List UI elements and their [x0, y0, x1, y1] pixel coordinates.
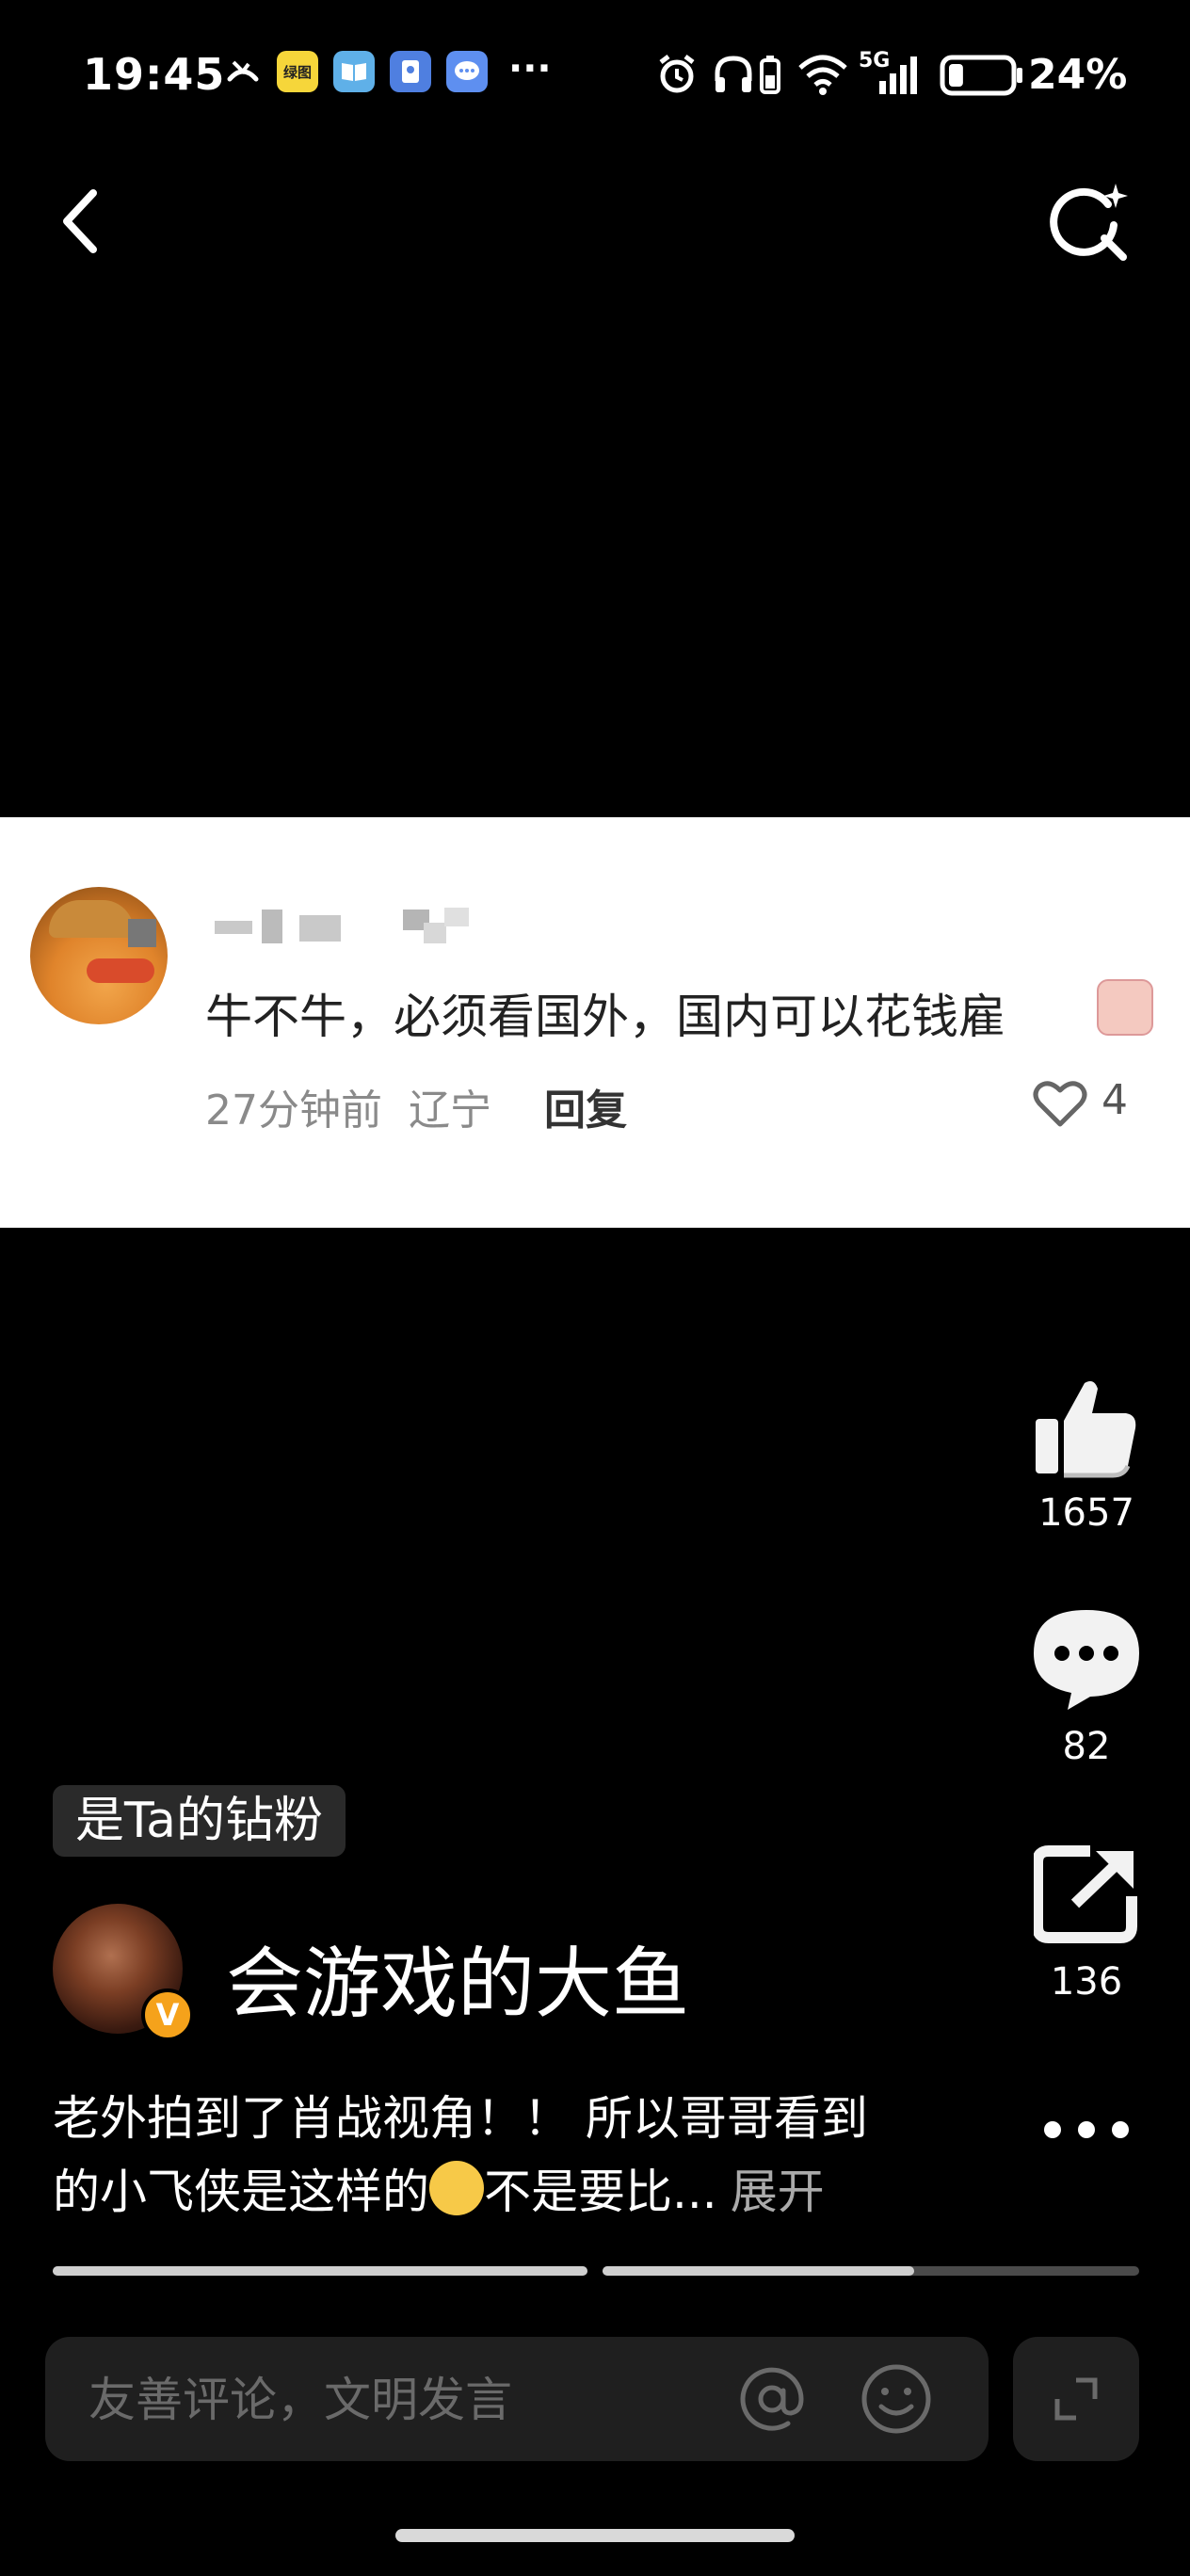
verified-badge-icon: V	[141, 1988, 194, 2041]
green-app-icon: 绿图	[277, 51, 318, 92]
comment-location: 辽宁	[409, 1087, 491, 1135]
mention-button[interactable]	[732, 2359, 812, 2439]
earbud-battery-icon	[759, 55, 781, 96]
emoji-button[interactable]	[857, 2359, 936, 2439]
wifi-icon	[796, 53, 849, 96]
share-icon	[1034, 1845, 1137, 1943]
comment-like-count: 4	[1102, 1076, 1128, 1124]
status-time: 19:45	[83, 49, 226, 100]
more-notifications-icon: ···	[508, 47, 552, 90]
heart-icon	[1033, 1081, 1087, 1127]
author-name[interactable]: 会游戏的大鱼	[226, 1921, 689, 2033]
comment-input[interactable]	[87, 2369, 731, 2431]
comment-card[interactable]: 牛不牛，必须看国外，国内可以花钱雇 27分钟前 辽宁 回复 4	[0, 817, 1190, 1228]
thumbs-up-icon	[1036, 1381, 1136, 1478]
search-sparkle-icon	[1050, 184, 1128, 261]
fullscreen-button[interactable]	[1013, 2337, 1139, 2461]
comment-count: 82	[1062, 1725, 1111, 1768]
progress-fill-2	[603, 2266, 914, 2276]
dict-app-icon	[390, 51, 431, 92]
headphones-icon	[712, 53, 755, 96]
at-sign-icon	[740, 2367, 804, 2431]
progress-segment-2[interactable]	[603, 2266, 1139, 2276]
expand-button[interactable]: 展开	[731, 2165, 825, 2219]
crying-face-emoji-icon	[429, 2161, 484, 2215]
home-indicator[interactable]	[395, 2529, 795, 2542]
progress-segment-1[interactable]	[53, 2266, 587, 2276]
reply-button[interactable]: 回复	[544, 1076, 627, 1136]
more-dots-icon	[1044, 2121, 1129, 2138]
comment-input-bar[interactable]	[45, 2337, 989, 2461]
back-button[interactable]	[28, 169, 132, 273]
fan-badge: 是Ta的钻粉	[53, 1785, 346, 1857]
progress-fill-1	[53, 2266, 587, 2276]
smiley-icon	[861, 2364, 931, 2434]
search-button[interactable]	[1037, 169, 1141, 273]
share-button[interactable]	[1030, 1838, 1143, 1951]
like-count: 1657	[1038, 1491, 1134, 1535]
battery-percent: 24%	[1028, 51, 1128, 99]
chevron-left-icon	[63, 189, 97, 253]
book-app-icon	[333, 51, 375, 92]
comments-button[interactable]	[1030, 1602, 1143, 1715]
commenter-name-redacted[interactable]	[205, 904, 488, 945]
commenter-avatar[interactable]	[30, 887, 168, 1024]
message-app-icon	[446, 51, 488, 92]
signal-icon	[876, 53, 923, 96]
like-button[interactable]	[1030, 1371, 1143, 1484]
comment-time: 27分钟前	[205, 1087, 382, 1135]
comment-text: 牛不牛，必须看国外，国内可以花钱雇	[205, 990, 1005, 1044]
description-text-a: 的小飞侠是这样的	[53, 2165, 429, 2219]
comment-bubble-icon	[1034, 1610, 1139, 1710]
crying-emoji-icon	[1097, 979, 1153, 1036]
post-description-line1[interactable]: 老外拍到了肖战视角！！ 所以哥哥看到	[53, 2081, 868, 2149]
share-count: 136	[1050, 1960, 1123, 2004]
comment-meta: 27分钟前 辽宁	[205, 1076, 491, 1136]
more-options-button[interactable]	[1030, 2101, 1143, 2158]
battery-icon	[940, 55, 1024, 96]
post-description-line2[interactable]: 的小飞侠是这样的 不是要比... 展开	[53, 2154, 825, 2222]
alarm-icon	[655, 53, 699, 96]
comment-like-button[interactable]	[1032, 1075, 1088, 1132]
description-text-b: 不是要比...	[484, 2165, 717, 2219]
expand-corners-icon	[1054, 2377, 1098, 2421]
missed-call-icon	[224, 55, 262, 92]
